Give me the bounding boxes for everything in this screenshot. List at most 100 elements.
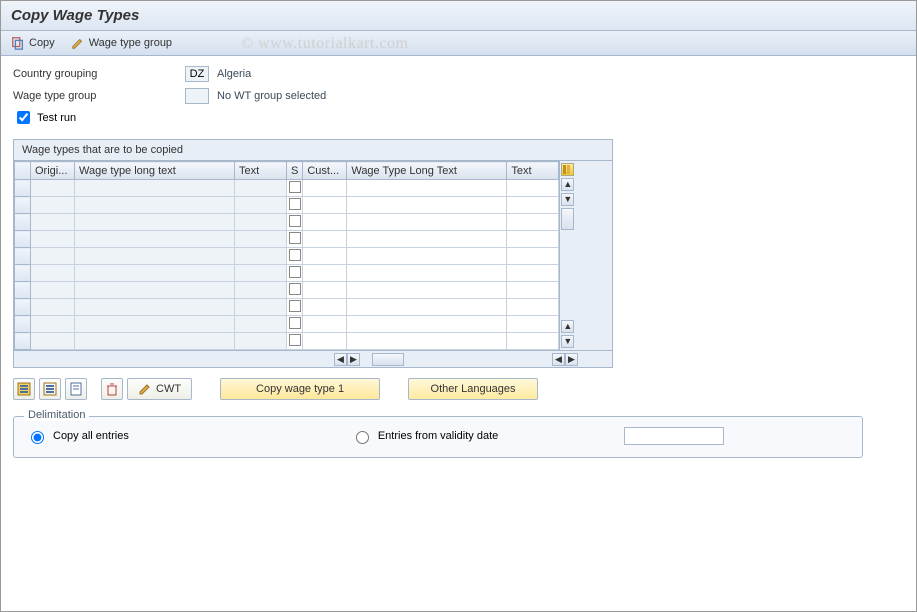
cell-origi[interactable] xyxy=(31,214,75,231)
cell-wt-long[interactable] xyxy=(75,197,235,214)
horizontal-scrollbar-left[interactable]: ◀ ▶ xyxy=(334,352,404,367)
table-row[interactable] xyxy=(15,214,559,231)
cell-origi[interactable] xyxy=(31,180,75,197)
cell-text[interactable] xyxy=(235,333,287,350)
row-selector[interactable] xyxy=(15,214,31,231)
table-row[interactable] xyxy=(15,333,559,350)
cell-cust[interactable] xyxy=(303,282,347,299)
cell-s[interactable] xyxy=(287,333,303,350)
cell-cust[interactable] xyxy=(303,299,347,316)
select-all-button[interactable] xyxy=(13,378,35,400)
cell-text[interactable] xyxy=(235,214,287,231)
table-row[interactable] xyxy=(15,299,559,316)
cell-s[interactable] xyxy=(287,248,303,265)
cell-text-2[interactable] xyxy=(507,248,559,265)
copy-button[interactable]: Copy xyxy=(11,36,55,50)
row-selector[interactable] xyxy=(15,265,31,282)
cell-text[interactable] xyxy=(235,316,287,333)
validity-date-input[interactable] xyxy=(624,427,724,445)
scroll-up-bottom-icon[interactable]: ▲ xyxy=(561,320,574,333)
other-languages-button[interactable]: Other Languages xyxy=(408,378,538,400)
table-row[interactable] xyxy=(15,248,559,265)
cell-text[interactable] xyxy=(235,265,287,282)
grid-table[interactable]: Origi... Wage type long text Text S Cust… xyxy=(14,161,559,350)
col-origi[interactable]: Origi... xyxy=(31,162,75,180)
cell-text-2[interactable] xyxy=(507,316,559,333)
cell-wt-long-2[interactable] xyxy=(347,282,507,299)
cell-s[interactable] xyxy=(287,265,303,282)
cell-wt-long-2[interactable] xyxy=(347,197,507,214)
h-scroll-thumb[interactable] xyxy=(372,353,404,366)
col-text-2[interactable]: Text xyxy=(507,162,559,180)
cell-origi[interactable] xyxy=(31,265,75,282)
cell-wt-long[interactable] xyxy=(75,282,235,299)
cell-cust[interactable] xyxy=(303,316,347,333)
cell-s[interactable] xyxy=(287,197,303,214)
cell-wt-long-2[interactable] xyxy=(347,333,507,350)
wage-type-group-input[interactable] xyxy=(185,88,209,104)
cell-wt-long-2[interactable] xyxy=(347,299,507,316)
horizontal-scrollbar-right[interactable]: ◀ ▶ xyxy=(552,352,578,367)
row-selector[interactable] xyxy=(15,299,31,316)
cell-text[interactable] xyxy=(235,282,287,299)
entries-from-date-radio[interactable] xyxy=(356,431,369,444)
cell-text-2[interactable] xyxy=(507,180,559,197)
cell-wt-long-2[interactable] xyxy=(347,231,507,248)
cell-wt-long[interactable] xyxy=(75,299,235,316)
cell-cust[interactable] xyxy=(303,214,347,231)
test-run-checkbox[interactable] xyxy=(17,111,30,124)
table-row[interactable] xyxy=(15,180,559,197)
cell-origi[interactable] xyxy=(31,299,75,316)
cell-wt-long-2[interactable] xyxy=(347,248,507,265)
scroll-up-icon[interactable]: ▲ xyxy=(561,178,574,191)
cell-wt-long-2[interactable] xyxy=(347,265,507,282)
cell-origi[interactable] xyxy=(31,282,75,299)
cell-wt-long[interactable] xyxy=(75,248,235,265)
scroll-thumb[interactable] xyxy=(561,208,574,230)
row-selector[interactable] xyxy=(15,282,31,299)
cell-cust[interactable] xyxy=(303,248,347,265)
scroll-left-icon[interactable]: ◀ xyxy=(334,353,347,366)
scroll-down-bottom-icon[interactable]: ▼ xyxy=(561,335,574,348)
deselect-all-button[interactable] xyxy=(39,378,61,400)
scroll-left-icon-2[interactable]: ◀ xyxy=(552,353,565,366)
scroll-right-icon-2[interactable]: ▶ xyxy=(565,353,578,366)
cell-wt-long[interactable] xyxy=(75,333,235,350)
row-selector[interactable] xyxy=(15,333,31,350)
table-row[interactable] xyxy=(15,282,559,299)
cell-wt-long-2[interactable] xyxy=(347,180,507,197)
row-selector[interactable] xyxy=(15,316,31,333)
cell-text-2[interactable] xyxy=(507,282,559,299)
row-selector-header[interactable] xyxy=(15,162,31,180)
table-row[interactable] xyxy=(15,197,559,214)
scroll-down-icon[interactable]: ▼ xyxy=(561,193,574,206)
cell-origi[interactable] xyxy=(31,333,75,350)
scroll-right-icon[interactable]: ▶ xyxy=(347,353,360,366)
col-text[interactable]: Text xyxy=(235,162,287,180)
cell-text-2[interactable] xyxy=(507,265,559,282)
row-selector[interactable] xyxy=(15,197,31,214)
cell-text-2[interactable] xyxy=(507,231,559,248)
vertical-scrollbar[interactable]: ▲ ▼ ▲ ▼ xyxy=(559,161,575,350)
table-row[interactable] xyxy=(15,265,559,282)
cell-wt-long[interactable] xyxy=(75,265,235,282)
cell-wt-long[interactable] xyxy=(75,214,235,231)
cell-wt-long[interactable] xyxy=(75,231,235,248)
row-selector[interactable] xyxy=(15,231,31,248)
copy-all-entries-radio[interactable] xyxy=(31,431,44,444)
cell-s[interactable] xyxy=(287,316,303,333)
cell-origi[interactable] xyxy=(31,231,75,248)
cell-text-2[interactable] xyxy=(507,197,559,214)
col-wt-long-text-2[interactable]: Wage Type Long Text xyxy=(347,162,507,180)
cell-text[interactable] xyxy=(235,231,287,248)
col-s[interactable]: S xyxy=(287,162,303,180)
table-row[interactable] xyxy=(15,316,559,333)
copy-wage-type-1-button[interactable]: Copy wage type 1 xyxy=(220,378,380,400)
col-wt-long-text[interactable]: Wage type long text xyxy=(75,162,235,180)
cell-text-2[interactable] xyxy=(507,299,559,316)
cell-cust[interactable] xyxy=(303,180,347,197)
col-cust[interactable]: Cust... xyxy=(303,162,347,180)
cell-text-2[interactable] xyxy=(507,214,559,231)
cell-s[interactable] xyxy=(287,214,303,231)
configure-columns-icon[interactable] xyxy=(561,163,574,176)
